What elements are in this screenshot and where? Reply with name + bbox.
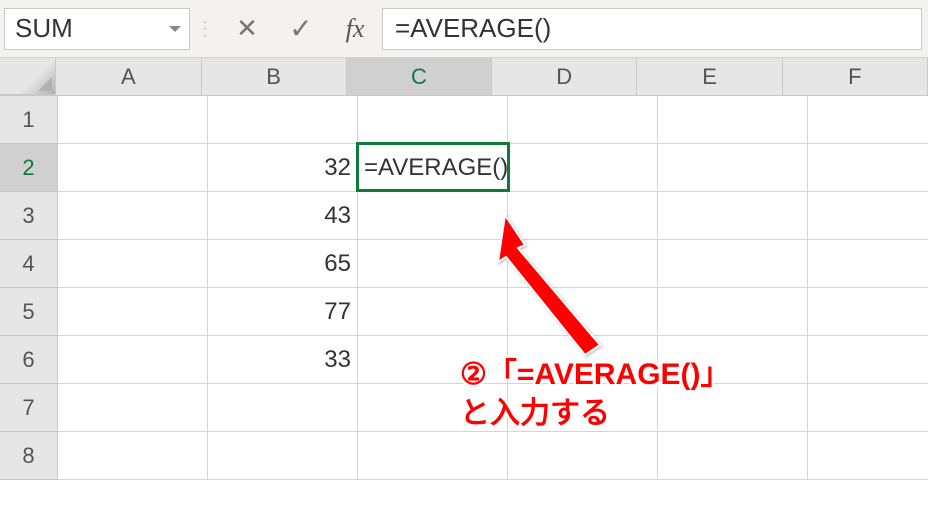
cell-A7[interactable] [58, 384, 208, 432]
col-header-E[interactable]: E [637, 58, 782, 95]
cell-A6[interactable] [58, 336, 208, 384]
cell-F3[interactable] [808, 192, 928, 240]
cell-C2-value: =AVERAGE() [364, 154, 508, 182]
cell-D2[interactable] [508, 144, 658, 192]
cell-D4[interactable] [508, 240, 658, 288]
cell-D1[interactable] [508, 96, 658, 144]
cell-E5[interactable] [658, 288, 808, 336]
row-header-5[interactable]: 5 [0, 288, 58, 336]
cell-E2[interactable] [658, 144, 808, 192]
column-headers: A B C D E F [0, 58, 928, 96]
row-header-4[interactable]: 4 [0, 240, 58, 288]
name-box[interactable]: SUM [4, 8, 190, 50]
cell-B3[interactable]: 43 [208, 192, 358, 240]
fx-icon: fx [346, 14, 365, 44]
cell-E8[interactable] [658, 432, 808, 480]
row-headers: 1 2 3 4 5 6 7 8 [0, 96, 58, 480]
cell-C8[interactable] [358, 432, 508, 480]
col-header-D[interactable]: D [492, 58, 637, 95]
cell-F5[interactable] [808, 288, 928, 336]
cell-B8[interactable] [208, 432, 358, 480]
cell-A4[interactable] [58, 240, 208, 288]
cell-E7[interactable] [658, 384, 808, 432]
cell-F7[interactable] [808, 384, 928, 432]
cell-C2[interactable]: =AVERAGE() [358, 144, 508, 192]
cell-A5[interactable] [58, 288, 208, 336]
cell-F1[interactable] [808, 96, 928, 144]
cell-B6[interactable]: 33 [208, 336, 358, 384]
insert-function-button[interactable]: fx [328, 8, 382, 50]
cell-C1[interactable] [358, 96, 508, 144]
col-header-F[interactable]: F [783, 58, 928, 95]
spreadsheet-grid: A B C D E F 1 2 3 4 5 6 7 8 [0, 58, 928, 480]
cell-A3[interactable] [58, 192, 208, 240]
cell-E1[interactable] [658, 96, 808, 144]
row-header-3[interactable]: 3 [0, 192, 58, 240]
select-all-corner[interactable] [0, 58, 56, 95]
col-header-C[interactable]: C [347, 58, 492, 95]
cell-F8[interactable] [808, 432, 928, 480]
cell-E6[interactable] [658, 336, 808, 384]
enter-button[interactable]: ✓ [274, 8, 328, 50]
cell-A2[interactable] [58, 144, 208, 192]
cell-D3[interactable] [508, 192, 658, 240]
row-header-8[interactable]: 8 [0, 432, 58, 480]
row-header-2[interactable]: 2 [0, 144, 58, 192]
formula-input[interactable]: =AVERAGE() [382, 8, 922, 50]
check-icon: ✓ [289, 12, 312, 45]
cell-F4[interactable] [808, 240, 928, 288]
cell-C3[interactable] [358, 192, 508, 240]
cell-D6[interactable] [508, 336, 658, 384]
formula-input-value: =AVERAGE() [395, 13, 551, 44]
row-header-6[interactable]: 6 [0, 336, 58, 384]
col-header-B[interactable]: B [202, 58, 347, 95]
cell-B7[interactable] [208, 384, 358, 432]
cell-C4[interactable] [358, 240, 508, 288]
cell-C6[interactable] [358, 336, 508, 384]
cell-F2[interactable] [808, 144, 928, 192]
cells-area[interactable]: 32 =AVERAGE() 43 65 [58, 96, 928, 480]
cell-D5[interactable] [508, 288, 658, 336]
cell-C7[interactable] [358, 384, 508, 432]
cell-D7[interactable] [508, 384, 658, 432]
cell-A1[interactable] [58, 96, 208, 144]
formula-bar-divider: ⋮ [190, 16, 220, 41]
close-icon: ✕ [236, 13, 258, 44]
cell-B5[interactable]: 77 [208, 288, 358, 336]
cell-A8[interactable] [58, 432, 208, 480]
cell-E3[interactable] [658, 192, 808, 240]
cell-F6[interactable] [808, 336, 928, 384]
cell-D8[interactable] [508, 432, 658, 480]
cell-B2[interactable]: 32 [208, 144, 358, 192]
name-box-value: SUM [15, 13, 73, 44]
cell-C5[interactable] [358, 288, 508, 336]
row-header-7[interactable]: 7 [0, 384, 58, 432]
cell-B1[interactable] [208, 96, 358, 144]
col-header-A[interactable]: A [56, 58, 201, 95]
chevron-down-icon[interactable] [169, 26, 181, 32]
formula-bar: SUM ⋮ ✕ ✓ fx =AVERAGE() [0, 0, 928, 58]
cancel-button[interactable]: ✕ [220, 8, 274, 50]
row-header-1[interactable]: 1 [0, 96, 58, 144]
cell-E4[interactable] [658, 240, 808, 288]
cell-B4[interactable]: 65 [208, 240, 358, 288]
